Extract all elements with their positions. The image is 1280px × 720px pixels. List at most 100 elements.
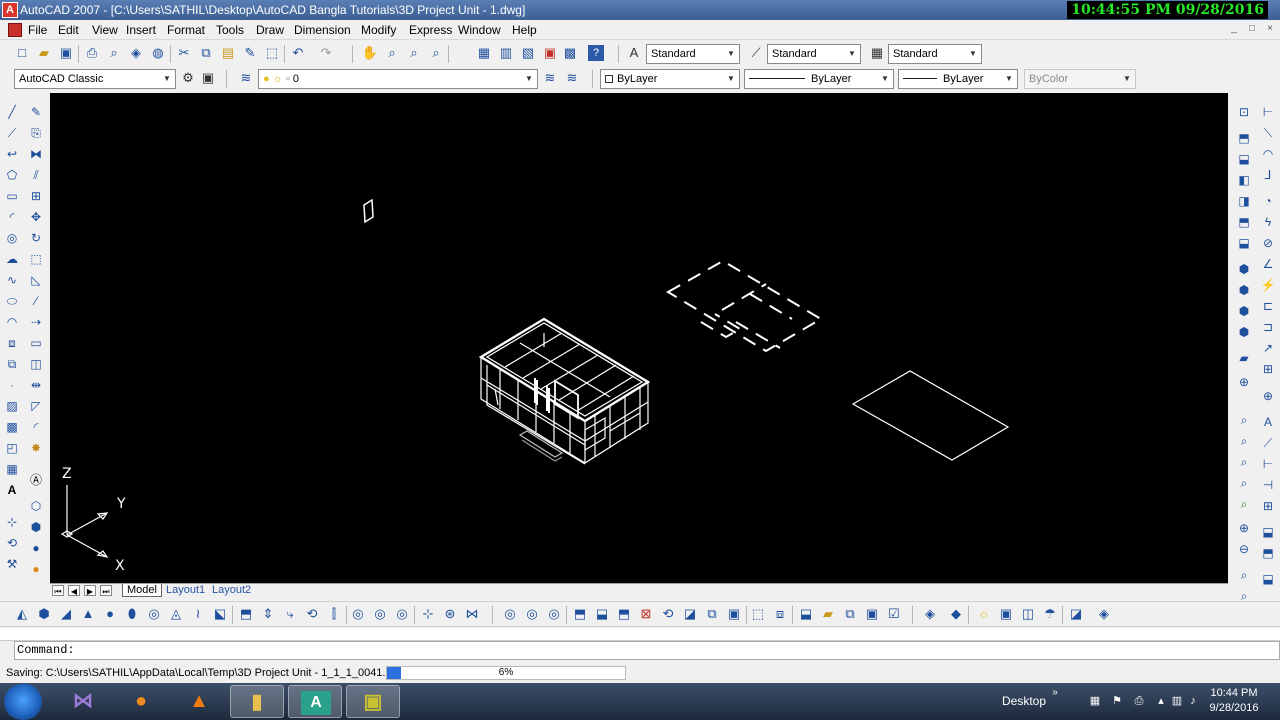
dim-style-icon[interactable]: ⟋ xyxy=(746,43,766,63)
aligned-dimension-icon[interactable]: ⟍ xyxy=(1259,124,1277,142)
start-button-icon[interactable] xyxy=(4,684,42,720)
extrude-icon[interactable]: ⬒ xyxy=(236,604,256,624)
right-view-icon[interactable]: ◨ xyxy=(1235,192,1253,210)
cylinder-icon[interactable]: ⬮ xyxy=(122,604,142,624)
continue-icon[interactable]: ⊐ xyxy=(1259,318,1277,336)
properties-icon[interactable]: ▦ xyxy=(474,43,494,63)
copy-icon[interactable]: ⧉ xyxy=(196,43,216,63)
desktop-toolbar-label[interactable]: Desktop xyxy=(1002,694,1046,708)
layer-previous-icon[interactable]: ≋ xyxy=(562,68,582,88)
jogged-icon[interactable]: ϟ xyxy=(1259,213,1277,231)
minimize-icon[interactable]: _ xyxy=(1226,23,1242,36)
polyline-icon[interactable]: ↩ xyxy=(3,145,21,163)
advanced-render-icon[interactable]: ◪ xyxy=(1066,604,1086,624)
table-style-select[interactable]: Standard ▼ xyxy=(888,44,982,64)
menu-edit[interactable]: Edit xyxy=(58,23,79,37)
menu-express[interactable]: Express xyxy=(409,23,452,37)
horizontal-scrollbar[interactable] xyxy=(330,584,1228,597)
planar-surface-icon[interactable]: ⬕ xyxy=(210,604,230,624)
quick-dimension-icon[interactable]: ⚡ xyxy=(1259,276,1277,294)
render-icon[interactable]: ● xyxy=(27,560,45,578)
zoom-all-icon[interactable]: ⌕ xyxy=(1235,566,1253,584)
ucs-world-icon[interactable]: ⬒ xyxy=(1259,544,1277,562)
design-center-icon[interactable]: ▥ xyxy=(496,43,516,63)
revolve-icon[interactable]: ⟲ xyxy=(302,604,322,624)
subtract-icon[interactable]: ◎ xyxy=(370,604,390,624)
taper-faces-icon[interactable]: ◪ xyxy=(680,604,700,624)
ground-plane-rectangle[interactable] xyxy=(851,370,1010,461)
menu-draw[interactable]: Draw xyxy=(256,23,284,37)
lights-icon[interactable]: ☼ xyxy=(974,604,994,624)
match-properties-icon[interactable]: ✎ xyxy=(240,43,260,63)
offset-icon[interactable]: ⫽ xyxy=(27,166,45,184)
revision-cloud-icon[interactable]: ☁ xyxy=(3,250,21,268)
calculator-icon[interactable]: ▩ xyxy=(560,43,580,63)
rectangle-icon[interactable]: ▭ xyxy=(3,187,21,205)
zoom-center-icon[interactable]: ⌕ xyxy=(1235,495,1253,513)
union-icon[interactable]: ◎ xyxy=(348,604,368,624)
array-icon[interactable]: ⊞ xyxy=(27,187,45,205)
explode-icon[interactable]: ✸ xyxy=(27,439,45,457)
block-editor-icon[interactable]: ⬚ xyxy=(262,43,282,63)
tab-model[interactable]: Model xyxy=(122,584,162,597)
rotate-faces-icon[interactable]: ⟲ xyxy=(658,604,678,624)
document-icon[interactable] xyxy=(8,23,22,37)
sweep-icon[interactable]: ⤷ xyxy=(280,604,300,624)
taskbar-autocad[interactable]: A xyxy=(288,685,342,718)
3d-rotate-icon[interactable]: ⊛ xyxy=(440,604,460,624)
back-view-icon[interactable]: ⬓ xyxy=(1235,234,1253,252)
zoom-in-icon[interactable]: ⊕ xyxy=(1235,519,1253,537)
arc-icon[interactable]: ◜ xyxy=(3,208,21,226)
imprint-icon[interactable]: ⬓ xyxy=(796,604,816,624)
multiline-text-icon[interactable]: A xyxy=(3,481,21,499)
dimension-text-edit-icon[interactable]: ⟋ xyxy=(1259,434,1277,452)
table-icon[interactable]: ▦ xyxy=(3,460,21,478)
tab-layout1[interactable]: Layout1 xyxy=(162,584,209,597)
rotate-icon[interactable]: ↻ xyxy=(27,229,45,247)
zoom-out-icon[interactable]: ⊖ xyxy=(1235,540,1253,558)
table-style-icon[interactable]: ▦ xyxy=(867,43,887,63)
named-views-icon[interactable]: ⊡ xyxy=(1235,103,1253,121)
ne-iso-icon[interactable]: ⬢ xyxy=(1235,302,1253,320)
tray-expand-icon[interactable]: ▴ xyxy=(1154,694,1168,708)
move-icon[interactable]: ✥ xyxy=(27,208,45,226)
radius-icon[interactable]: ◔ xyxy=(1259,192,1277,210)
command-line-input[interactable]: Command: xyxy=(14,641,1280,660)
restore-icon[interactable]: □ xyxy=(1244,23,1260,36)
menu-window[interactable]: Window xyxy=(458,23,501,37)
toolbar-expand-icon[interactable]: » xyxy=(1048,686,1062,700)
box-icon[interactable]: ⬢ xyxy=(34,604,54,624)
sphere-icon[interactable]: ● xyxy=(27,539,45,557)
ellipse-arc-icon[interactable]: ◠ xyxy=(3,313,21,331)
quick-leader-icon[interactable]: ↗ xyxy=(1259,339,1277,357)
erase-icon[interactable]: ✎ xyxy=(27,103,45,121)
presspull-icon[interactable]: ⇕ xyxy=(258,604,278,624)
pyramid-icon[interactable]: ◬ xyxy=(166,604,186,624)
extend-icon[interactable]: ⇢ xyxy=(27,313,45,331)
torus-icon[interactable]: ◎ xyxy=(144,604,164,624)
polygon-icon[interactable]: ⬠ xyxy=(3,166,21,184)
drawing-canvas[interactable]: Z Y X xyxy=(50,93,1228,583)
render-environment-icon[interactable]: ☂ xyxy=(1040,604,1060,624)
join-icon[interactable]: ⇹ xyxy=(27,376,45,394)
ucs-side-icon[interactable]: ⬓ xyxy=(1259,523,1277,541)
arc-length-icon[interactable]: ◠ xyxy=(1259,145,1277,163)
wedge-icon[interactable]: ◢ xyxy=(56,604,76,624)
3d-dwf-icon[interactable]: ◍ xyxy=(148,43,168,63)
text-edit-icon[interactable]: Ⓐ xyxy=(27,471,45,489)
zoom-previous-icon[interactable]: ⌕ xyxy=(426,43,446,63)
hide-icon[interactable]: ◈ xyxy=(920,604,940,624)
gradient-icon[interactable]: ▩ xyxy=(3,418,21,436)
first-tab-icon[interactable]: ⏮ xyxy=(52,585,64,596)
color-faces-icon[interactable]: ▣ xyxy=(724,604,744,624)
camera-icon[interactable]: ▰ xyxy=(1235,349,1253,367)
break-icon[interactable]: ▭ xyxy=(27,334,45,352)
zoom-window-icon[interactable]: ⌕ xyxy=(404,43,424,63)
tray-clock[interactable]: 10:44 PM 9/28/2016 xyxy=(1204,686,1264,716)
separate-icon[interactable]: ⧉ xyxy=(840,604,860,624)
wireframe-building[interactable] xyxy=(478,317,651,465)
break-at-point-icon[interactable]: ◫ xyxy=(27,355,45,373)
zoom-dynamic-icon[interactable]: ⌕ xyxy=(1235,453,1253,471)
dimension-update-icon[interactable]: ⊢ xyxy=(1259,455,1277,473)
tray-printer-icon[interactable]: ⎙ xyxy=(1132,694,1146,708)
